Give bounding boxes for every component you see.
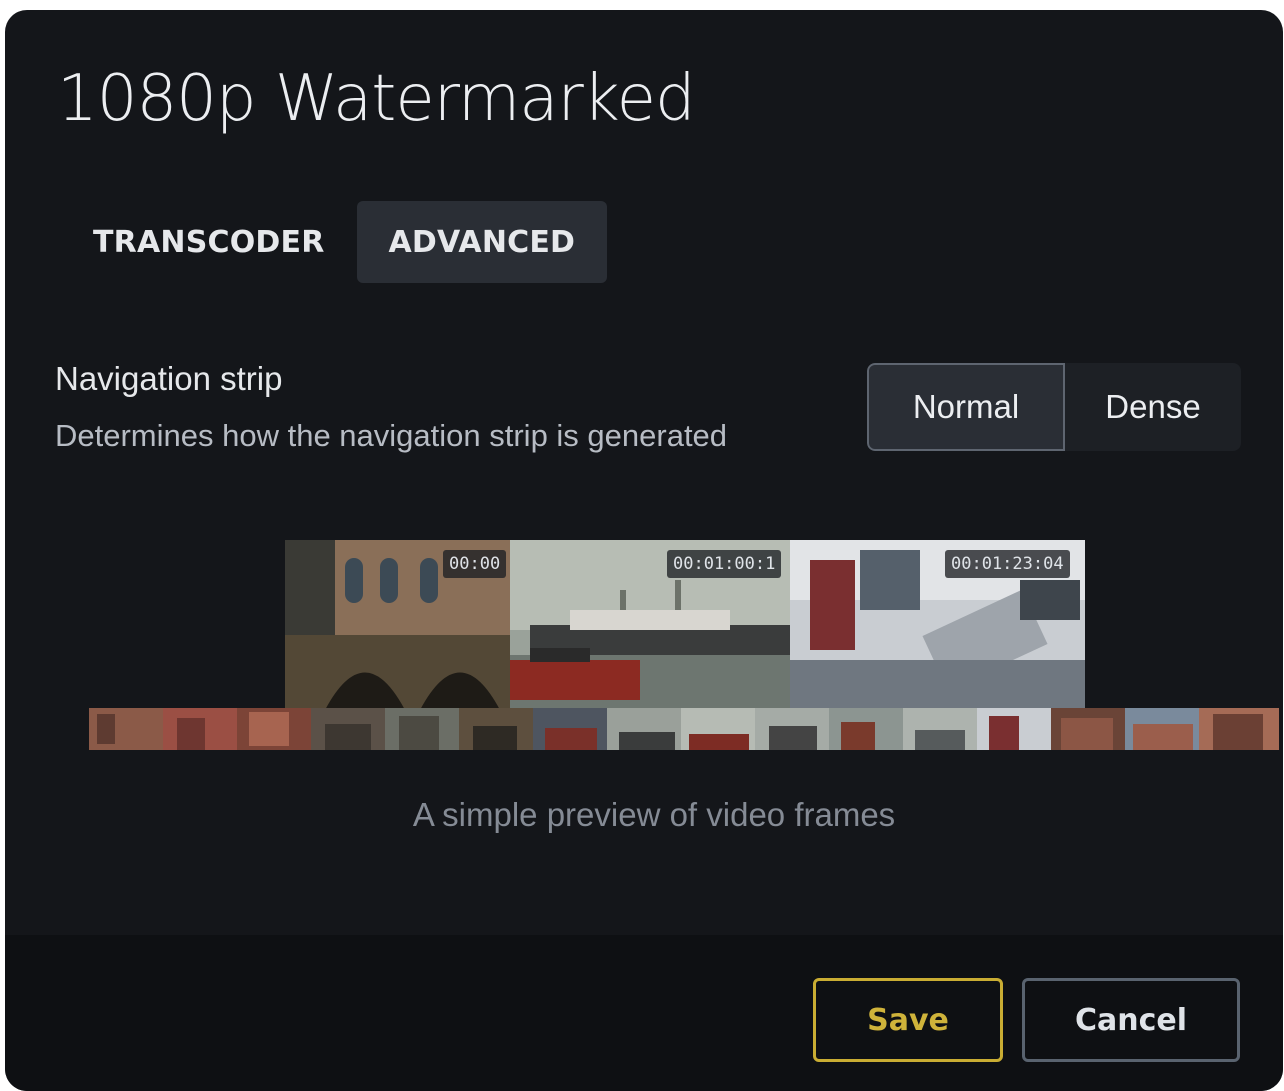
option-normal[interactable]: Normal: [867, 363, 1065, 451]
setting-title: Navigation strip: [55, 360, 283, 397]
transcoder-dialog: 1080p Watermarked TRANSCODER ADVANCED Na…: [5, 10, 1283, 1091]
frame-2-timestamp: 00:01:00:1: [667, 550, 782, 578]
cancel-button[interactable]: Cancel: [1022, 978, 1240, 1062]
preview-frame-3: 00:01:23:04: [790, 540, 1085, 710]
navigation-strip: [89, 708, 1279, 750]
tab-bar: TRANSCODER ADVANCED: [61, 201, 608, 283]
save-button[interactable]: Save: [813, 978, 1003, 1062]
preview-frames: 00:00 00:01:00:1 00:01:23:04: [285, 540, 1085, 710]
option-dense[interactable]: Dense: [1065, 363, 1241, 451]
frame-1-timestamp: 00:00: [443, 550, 507, 578]
setting-description: Determines how the navigation strip is g…: [55, 418, 728, 453]
navigation-strip-image: [89, 708, 1279, 750]
navigation-strip-mode-toggle: Normal Dense: [867, 363, 1241, 451]
preview-frame-2: 00:01:00:1: [510, 540, 790, 710]
tab-transcoder[interactable]: TRANSCODER: [61, 201, 357, 283]
dialog-title: 1080p Watermarked: [57, 62, 696, 136]
preview-caption: A simple preview of video frames: [412, 796, 896, 833]
frame-3-timestamp: 00:01:23:04: [945, 550, 1070, 578]
tab-advanced[interactable]: ADVANCED: [356, 201, 608, 283]
preview-frame-1: 00:00: [285, 540, 510, 710]
